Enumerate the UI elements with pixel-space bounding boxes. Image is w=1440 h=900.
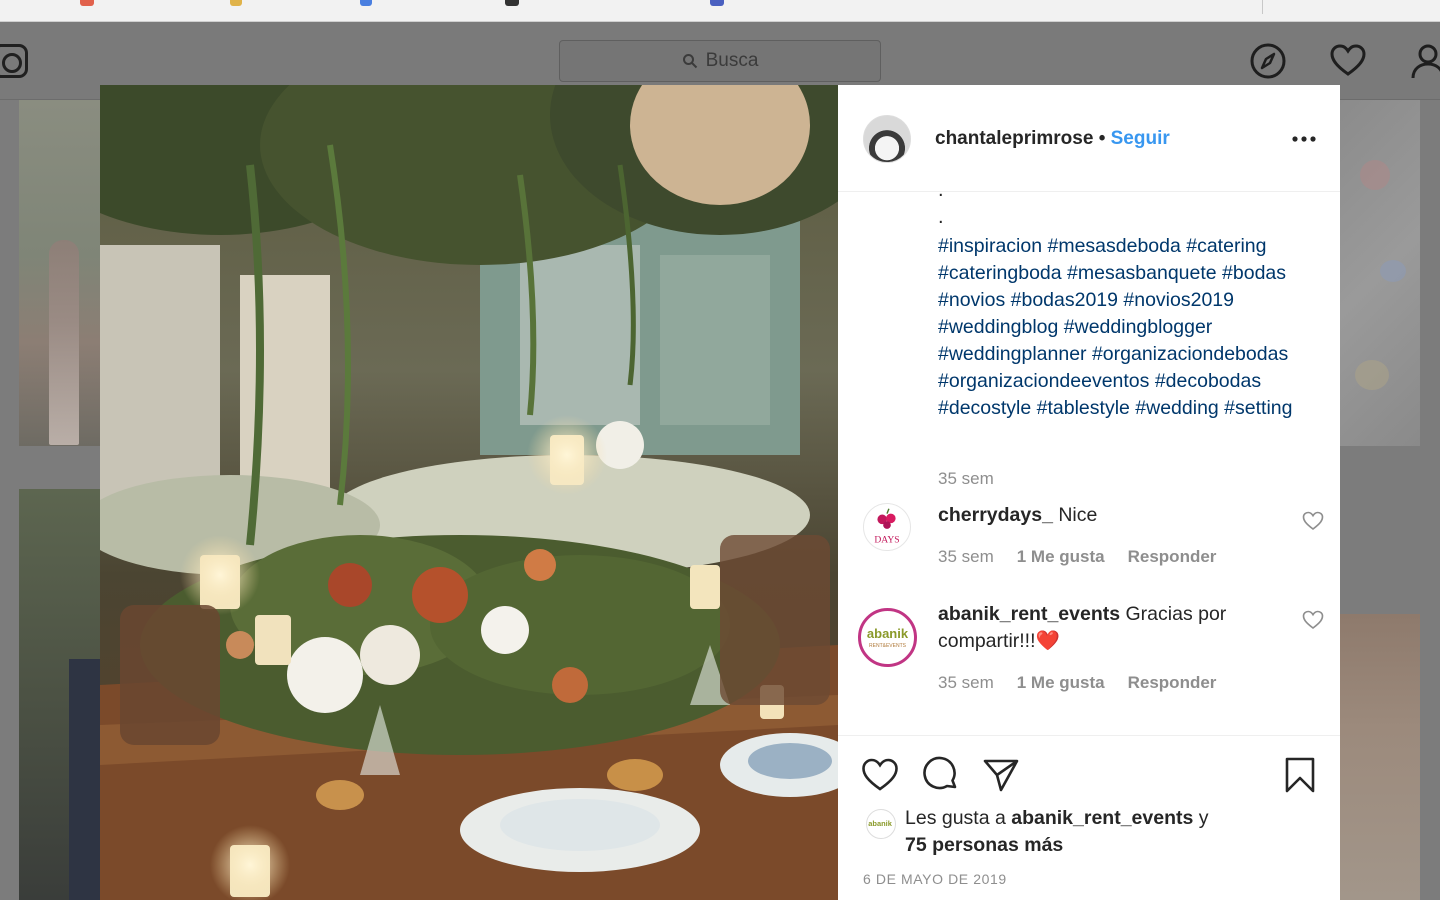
comment-body: cherrydays_ Nice [938,502,1278,529]
profile-icon[interactable] [1409,42,1440,80]
browser-toolbar [0,0,1440,22]
reply-button[interactable]: Responder [1128,547,1217,567]
comment-time[interactable]: 35 sem [938,547,994,567]
bookmark-icon[interactable] [360,0,372,6]
comment-meta: 35 sem 1 Me gusta Responder [938,673,1216,693]
save-bookmark-icon[interactable] [1281,756,1319,794]
bookmark-icon[interactable] [230,0,242,6]
explore-compass-icon[interactable] [1249,42,1287,80]
avatar-subtext: RENT&EVENTS [869,643,907,649]
comments-section: . . #inspiracion #mesasdeboda #catering … [838,192,1340,735]
floral-pattern [1380,260,1406,282]
search-icon [682,54,697,69]
suit-figure [69,659,100,900]
avatar-text: DAYS [874,534,899,545]
bookmark-icon[interactable] [505,0,519,6]
likes-user[interactable]: abanik_rent_events [1011,807,1193,829]
grid-post-thumbnail[interactable] [19,489,100,900]
commenter-avatar[interactable]: DAYS [863,503,911,551]
comment-username[interactable]: cherrydays_ [938,504,1053,526]
post-photo[interactable] [100,85,838,900]
comment-item: abanik RENT&EVENTS abanik_rent_events Gr… [838,602,1340,722]
comment-body: abanik_rent_events Gracias por compartir… [938,601,1278,655]
grid-post-thumbnail[interactable] [1340,100,1420,446]
comment-icon[interactable] [922,756,960,794]
commenter-avatar[interactable]: abanik RENT&EVENTS [858,608,917,667]
reply-button[interactable]: Responder [1128,673,1217,693]
bride-figure [49,240,79,445]
comment-username[interactable]: abanik_rent_events [938,603,1120,625]
caption-hashtags[interactable]: #inspiracion #mesasdeboda #catering #cat… [938,233,1323,422]
bookmark-icon[interactable] [80,0,94,6]
activity-heart-icon[interactable] [1329,42,1367,80]
like-comment-heart-icon[interactable] [1302,610,1324,630]
likes-summary: Les gusta a abanik_rent_events y 75 pers… [905,805,1305,859]
likes-prefix: Les gusta a [905,807,1006,829]
separator-dot: • [1098,128,1106,149]
post-date[interactable]: 6 DE MAYO DE 2019 [863,871,1007,887]
caption-dot: . [938,192,944,200]
more-options-icon[interactable] [1290,127,1318,151]
search-input[interactable]: Busca [559,40,881,82]
post-header: chantaleprimrose • Seguir [838,85,1340,192]
like-heart-icon[interactable] [861,756,899,794]
comment-text: Nice [1058,504,1098,526]
comment-time[interactable]: 35 sem [938,673,994,693]
post-actions: abanik Les gusta a abanik_rent_events y … [838,735,1340,900]
floral-pattern [1360,160,1390,190]
wedding-table-image [100,85,838,900]
floral-pattern [1355,360,1389,390]
caption-time[interactable]: 35 sem [938,469,994,489]
cherry-days-logo: DAYS [874,508,900,545]
grid-post-thumbnail[interactable] [19,100,100,446]
likes-others[interactable]: 75 personas más [905,834,1063,856]
like-comment-heart-icon[interactable] [1302,511,1324,531]
owner-username[interactable]: chantaleprimrose [935,128,1093,149]
comment-meta: 35 sem 1 Me gusta Responder [938,547,1216,567]
abanik-logo: abanik RENT&EVENTS [867,626,909,649]
share-icon[interactable] [982,756,1020,794]
likes-conjunction: y [1198,807,1209,829]
avatar-text: abanik [867,626,909,641]
liker-avatar-text: abanik [868,819,892,828]
liker-avatar[interactable]: abanik [866,809,896,839]
follow-button[interactable]: Seguir [1111,128,1170,149]
search-placeholder: Busca [705,50,759,71]
instagram-logo-icon[interactable] [0,44,28,78]
comment-likes[interactable]: 1 Me gusta [1017,673,1105,693]
comment-likes[interactable]: 1 Me gusta [1017,547,1105,567]
caption-dot: . [938,206,944,228]
abanik-logo-small: abanik [868,819,892,828]
comment-item: DAYS cherrydays_ Nice 35 sem 1 Me gusta … [838,503,1340,598]
bookmark-icon[interactable] [710,0,724,6]
toolbar-divider [1262,0,1263,14]
post-details-panel: chantaleprimrose • Seguir . . #inspiraci… [838,85,1340,900]
owner-line: chantaleprimrose • Seguir [935,128,1170,150]
owner-avatar[interactable] [863,115,911,163]
grid-post-thumbnail[interactable] [1340,614,1420,900]
